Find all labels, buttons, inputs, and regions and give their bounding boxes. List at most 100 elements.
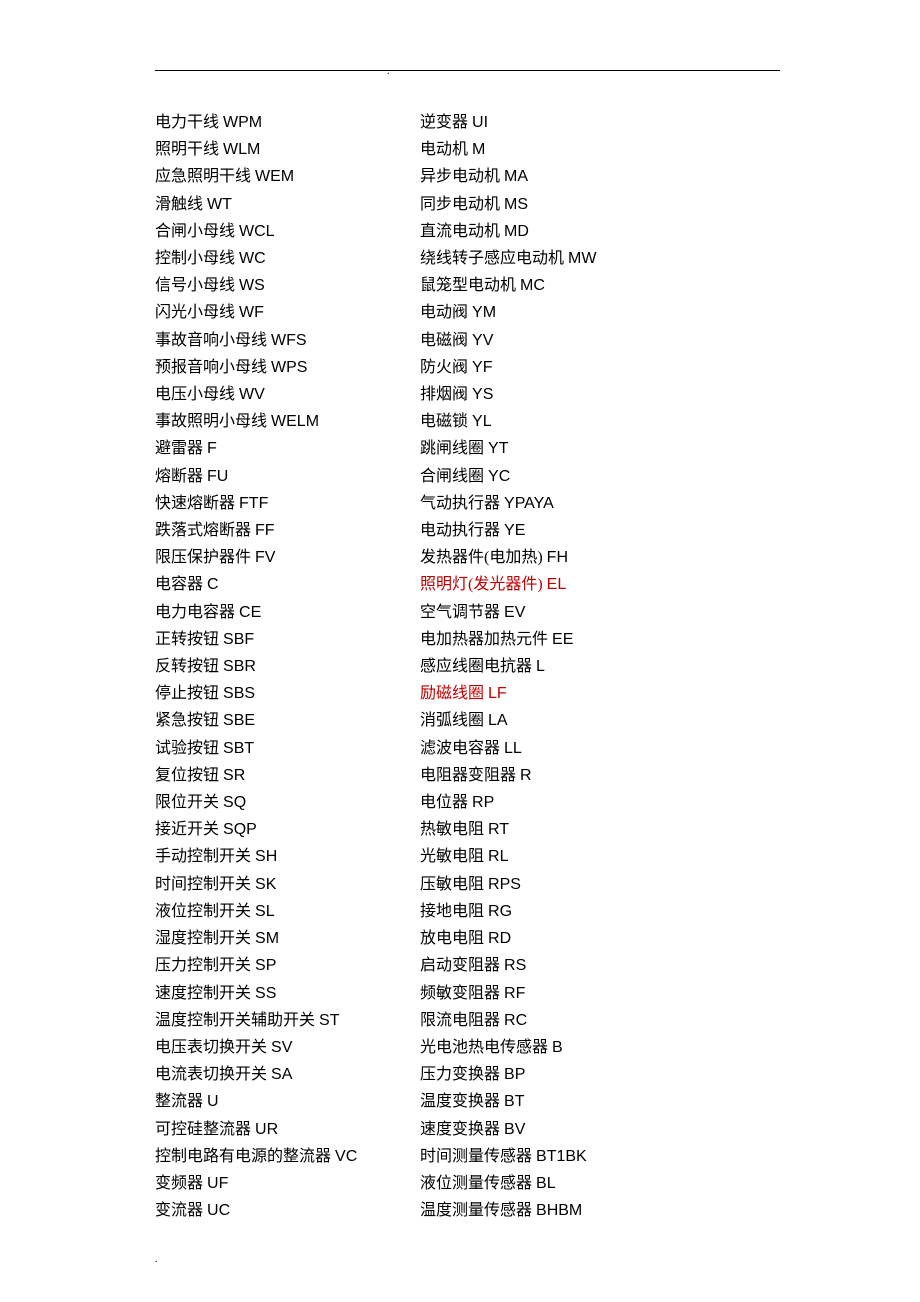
list-item: 消弧线圈LA [420,707,780,734]
list-item: 速度控制开关SS [155,980,420,1007]
item-name: 防火阀 [420,359,468,376]
item-name: 熔断器 [155,468,203,485]
list-item: 液位控制开关SL [155,898,420,925]
list-item: 电流表切换开关SA [155,1061,420,1088]
item-name: 放电电阻 [420,930,484,947]
item-name: 反转按钮 [155,658,219,675]
list-item: 电压表切换开关SV [155,1034,420,1061]
item-code: SBE [223,712,255,729]
item-code: WPS [271,359,307,376]
list-item: 滤波电容器LL [420,735,780,762]
item-name: 电容器 [155,576,203,593]
item-name: 同步电动机 [420,196,500,213]
item-name: 合闸小母线 [155,223,235,240]
item-code: LA [488,712,508,729]
list-item: 启动变阻器RS [420,952,780,979]
item-code: SBR [223,658,256,675]
item-name: 正转按钮 [155,631,219,648]
list-item: 异步电动机MA [420,163,780,190]
item-name: 感应线圈电抗器 [420,658,532,675]
two-column-list: 电力干线WPM照明干线WLM应急照明干线WEM滑触线WT合闸小母线WCL控制小母… [155,109,780,1224]
item-code: WEM [255,168,294,185]
item-name: 限流电阻器 [420,1012,500,1029]
item-code: WT [207,196,232,213]
item-name: 电力干线 [155,114,219,131]
item-name: 发热器件(电加热) [420,549,543,566]
item-name: 时间控制开关 [155,876,251,893]
item-name: 限位开关 [155,794,219,811]
item-name: 照明干线 [155,141,219,158]
item-code: LF [488,685,507,702]
item-code: MS [504,196,528,213]
item-name: 滤波电容器 [420,740,500,757]
list-item: 压敏电阻RPS [420,871,780,898]
item-code: L [536,658,545,675]
list-item: 感应线圈电抗器L [420,653,780,680]
item-name: 控制电路有电源的整流器 [155,1148,331,1165]
item-name: 限压保护器件 [155,549,251,566]
list-item: 停止按钮SBS [155,680,420,707]
list-item: 跌落式熔断器FF [155,517,420,544]
item-code: ST [319,1012,339,1029]
item-name: 气动执行器 [420,495,500,512]
item-name: 变流器 [155,1202,203,1219]
list-item: 快速熔断器FTF [155,490,420,517]
list-item: 电加热器加热元件EE [420,626,780,653]
list-item: 照明干线WLM [155,136,420,163]
item-name: 光电池热电传感器 [420,1039,548,1056]
item-code: WELM [271,413,319,430]
item-code: WPM [223,114,262,131]
item-code: SH [255,848,277,865]
item-code: RL [488,848,508,865]
item-code: YE [504,522,525,539]
list-item: 熔断器FU [155,463,420,490]
item-code: FU [207,468,228,485]
item-code: BT1BK [536,1148,587,1165]
list-item: 直流电动机MD [420,218,780,245]
item-code: SA [271,1066,292,1083]
list-item: 应急照明干线WEM [155,163,420,190]
list-item: 限流电阻器RC [420,1007,780,1034]
item-code: C [207,576,219,593]
list-item: 控制电路有电源的整流器VC [155,1143,420,1170]
item-code: SBS [223,685,255,702]
list-item: 时间测量传感器BT1BK [420,1143,780,1170]
list-item: 限位开关SQ [155,789,420,816]
item-name: 可控硅整流器 [155,1121,251,1138]
item-name: 频敏变阻器 [420,985,500,1002]
item-name: 液位控制开关 [155,903,251,920]
item-code: BV [504,1121,525,1138]
item-name: 事故音响小母线 [155,332,267,349]
item-code: WCL [239,223,275,240]
list-item: 事故照明小母线WELM [155,408,420,435]
item-name: 预报音响小母线 [155,359,267,376]
item-name: 温度变换器 [420,1093,500,1110]
left-column: 电力干线WPM照明干线WLM应急照明干线WEM滑触线WT合闸小母线WCL控制小母… [155,109,420,1224]
item-name: 电压表切换开关 [155,1039,267,1056]
right-column: 逆变器UI电动机M异步电动机MA同步电动机MS直流电动机MD绕线转子感应电动机M… [420,109,780,1224]
item-code: SM [255,930,279,947]
list-item: 电动执行器YE [420,517,780,544]
item-code: FH [547,549,568,566]
list-item: 预报音响小母线WPS [155,354,420,381]
item-code: SP [255,957,276,974]
list-item: 发热器件(电加热)FH [420,544,780,571]
item-code: VC [335,1148,357,1165]
list-item: 温度控制开关辅助开关ST [155,1007,420,1034]
list-item: 避雷器F [155,435,420,462]
list-item: 反转按钮SBR [155,653,420,680]
item-code: UC [207,1202,230,1219]
item-code: F [207,440,217,457]
list-item: 闪光小母线WF [155,299,420,326]
item-name: 手动控制开关 [155,848,251,865]
item-code: WC [239,250,266,267]
list-item: 控制小母线WC [155,245,420,272]
item-code: MW [568,250,596,267]
list-item: 电力电容器CE [155,599,420,626]
item-name: 电压小母线 [155,386,235,403]
list-item: 速度变换器BV [420,1116,780,1143]
item-code: R [520,767,532,784]
item-name: 控制小母线 [155,250,235,267]
item-name: 接地电阻 [420,903,484,920]
item-name: 试验按钮 [155,740,219,757]
